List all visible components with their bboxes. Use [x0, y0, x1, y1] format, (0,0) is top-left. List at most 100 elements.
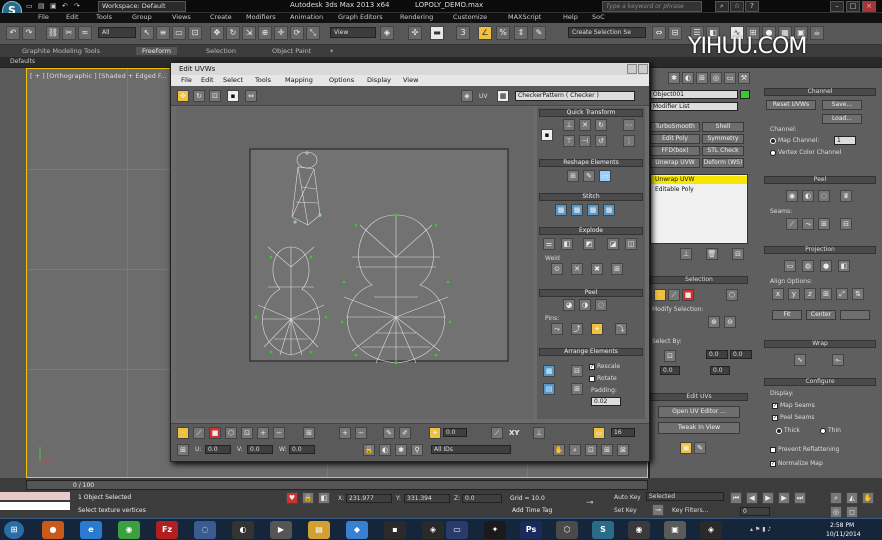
zoom-viewport-icon[interactable]: ⌕ [830, 492, 842, 504]
select-spinner-b[interactable]: 0.0 [730, 350, 752, 359]
align-to-view-icon[interactable]: ⤢ [836, 288, 848, 300]
stack-item-unwrap-uvw[interactable]: Unwrap UVW [651, 176, 747, 184]
select-spinner-a[interactable]: 0.0 [706, 350, 728, 359]
hierarchy-tab-icon[interactable]: ⊞ [696, 72, 708, 84]
rotate-checkbox[interactable]: Rotate [589, 375, 617, 382]
unwrap-uvw-button[interactable]: Unwrap UVW [650, 158, 700, 168]
map-channel-radio[interactable]: Map Channel: [770, 137, 819, 144]
edge-select-icon[interactable]: ⟋ [668, 289, 680, 301]
maxscript-input[interactable] [0, 502, 70, 510]
weld-all-selected-icon[interactable]: ✖ [591, 263, 603, 275]
prevent-reflattening-checkbox[interactable]: Prevent Reflattening [770, 446, 839, 453]
mirror-icon[interactable]: ⇔ [652, 26, 666, 40]
align-vertical-icon[interactable]: ✕ [579, 119, 591, 131]
menu-modifiers[interactable]: Modifiers [246, 13, 276, 21]
goto-start-icon[interactable]: ⏮ [730, 492, 742, 504]
dropbox-icon[interactable]: ◆ [346, 521, 368, 539]
map-seams-checkbox[interactable]: ✓ Map Seams [772, 402, 815, 409]
select-manipulate-icon[interactable]: ✣ [408, 26, 422, 40]
unfold-strip-icon[interactable]: ⟜ [832, 354, 844, 366]
bind-space-warp-icon[interactable]: ≈ [78, 26, 92, 40]
menu-animation[interactable]: Animation [290, 13, 323, 21]
viewport-label[interactable]: [ + ] [Orthographic ] [Shaded + Edged F.… [30, 72, 167, 80]
align-to-edge-icon[interactable]: ⊤ [563, 135, 575, 147]
grow-selection-icon[interactable]: ⊕ [708, 316, 720, 328]
quick-planar-icon[interactable]: ▣ [680, 442, 692, 454]
stitch-to-source-icon[interactable]: ▦ [587, 204, 599, 216]
peel-reset-icon[interactable]: ◌ [595, 299, 607, 311]
app-icon-18[interactable]: ◉ [628, 521, 650, 539]
key-selected-dropdown[interactable]: Selected [646, 492, 724, 501]
weld-threshold-icon[interactable]: ⊞ [611, 263, 623, 275]
polygon-select-icon[interactable]: ■ [682, 289, 694, 301]
explorer-icon[interactable]: ▤ [308, 521, 330, 539]
menu-views[interactable]: Views [172, 13, 191, 21]
paint-deselect-icon[interactable]: ✐ [399, 427, 411, 439]
detach-icon[interactable]: ◧ [561, 238, 573, 250]
menu-help[interactable]: Help [563, 13, 578, 21]
x-coordinate-field[interactable]: 231.977 [346, 494, 392, 503]
help-icon[interactable]: ? [745, 1, 759, 12]
planar-map-icon[interactable]: ▭ [784, 260, 796, 272]
close-icon[interactable]: × [862, 1, 876, 12]
link-icon[interactable]: ⛓ [46, 26, 60, 40]
padding-spinner[interactable]: 0.02 [591, 397, 621, 406]
minimize-icon[interactable]: – [830, 1, 844, 12]
checker-pattern-dropdown[interactable]: CheckerPattern ( Checker ) [515, 91, 635, 101]
play-icon[interactable]: ▶ [762, 492, 774, 504]
select-object-icon[interactable]: ↖ [140, 26, 154, 40]
undo-button[interactable]: ↶ [6, 26, 20, 40]
uvw-show-map-icon[interactable]: ◈ [461, 90, 473, 102]
search-icon[interactable]: ⌕ [715, 1, 729, 12]
select-rotate-icon[interactable]: ↻ [226, 26, 240, 40]
pivot-center-icon[interactable]: ◈ [380, 26, 394, 40]
clock-date[interactable]: 10/11/2014 [826, 531, 861, 538]
soft-falloff-spinner[interactable]: 0.0 [443, 428, 467, 437]
photoshop-icon[interactable]: Ps [520, 521, 542, 539]
element-mode-icon[interactable]: ⬡ [225, 427, 237, 439]
select-by-element-icon[interactable]: ⊡ [664, 350, 676, 362]
quick-planar-align-icon[interactable]: ✎ [694, 442, 706, 454]
configure-sets-icon[interactable]: ⊟ [732, 248, 744, 260]
app-icon-7[interactable]: ◐ [232, 521, 254, 539]
peel-seams-checkbox[interactable]: ✓ Peel Seams [772, 414, 815, 421]
auto-pin-icon[interactable]: ✦ [591, 323, 603, 335]
rect-selection-icon[interactable]: ▭ [172, 26, 186, 40]
uvw-menu-options[interactable]: Options [329, 76, 354, 84]
menu-tools[interactable]: Tools [96, 13, 112, 21]
open-file-icon[interactable]: ▤ [38, 2, 45, 10]
select-by-name-icon[interactable]: ≡ [156, 26, 170, 40]
space-horizontal-icon[interactable]: ⋯ [623, 119, 635, 131]
flip-horizontal-icon[interactable]: ⊣ [579, 135, 591, 147]
relax-icon[interactable]: ✎ [583, 170, 595, 182]
pack-normalize-icon[interactable]: ▦ [543, 365, 555, 377]
set-key-label[interactable]: Set Key [614, 507, 637, 514]
thin-radio[interactable]: Thin [820, 427, 841, 434]
pin-icon[interactable]: ⤳ [551, 323, 563, 335]
redo-icon[interactable]: ↷ [74, 2, 80, 10]
utilities-tab-icon[interactable]: ⚒ [738, 72, 750, 84]
paint-select-icon[interactable]: ✎ [383, 427, 395, 439]
edge-mode-icon[interactable]: ⟋ [193, 427, 205, 439]
modifier-list-dropdown[interactable]: Modifier List [650, 102, 738, 111]
angle-snap-icon[interactable]: ∠ [478, 26, 492, 40]
filter-icon[interactable]: ⚲ [411, 444, 423, 456]
peel-pelt-icon[interactable]: ◑ [579, 299, 591, 311]
soft-selection-icon[interactable]: ✦ [429, 427, 441, 439]
save-icon[interactable]: ▣ [50, 2, 57, 10]
transform-mode-icon[interactable]: ◧ [318, 492, 330, 504]
edit-named-sets-icon[interactable]: ✎ [532, 26, 546, 40]
align-icon[interactable]: ⊟ [668, 26, 682, 40]
object-name-field[interactable]: Object001 [650, 90, 738, 99]
select-spinner-d[interactable]: 0.0 [710, 366, 730, 375]
chrome-icon[interactable]: ◉ [118, 521, 140, 539]
set-pivot-icon[interactable]: ▪ [541, 129, 553, 141]
ring-grow-icon[interactable]: + [339, 427, 351, 439]
cylindrical-map-icon[interactable]: ◍ [802, 260, 814, 272]
tab-graphite-modeling-tools[interactable]: Graphite Modeling Tools [22, 47, 100, 55]
select-spinner-c[interactable]: 0.0 [660, 366, 680, 375]
normalize-map-checkbox[interactable]: ✓ Normalize Map [770, 460, 823, 467]
menu-customize[interactable]: Customize [453, 13, 487, 21]
start-button-icon[interactable]: ⊞ [4, 521, 24, 539]
stitch-custom-icon[interactable]: ▦ [603, 204, 615, 216]
